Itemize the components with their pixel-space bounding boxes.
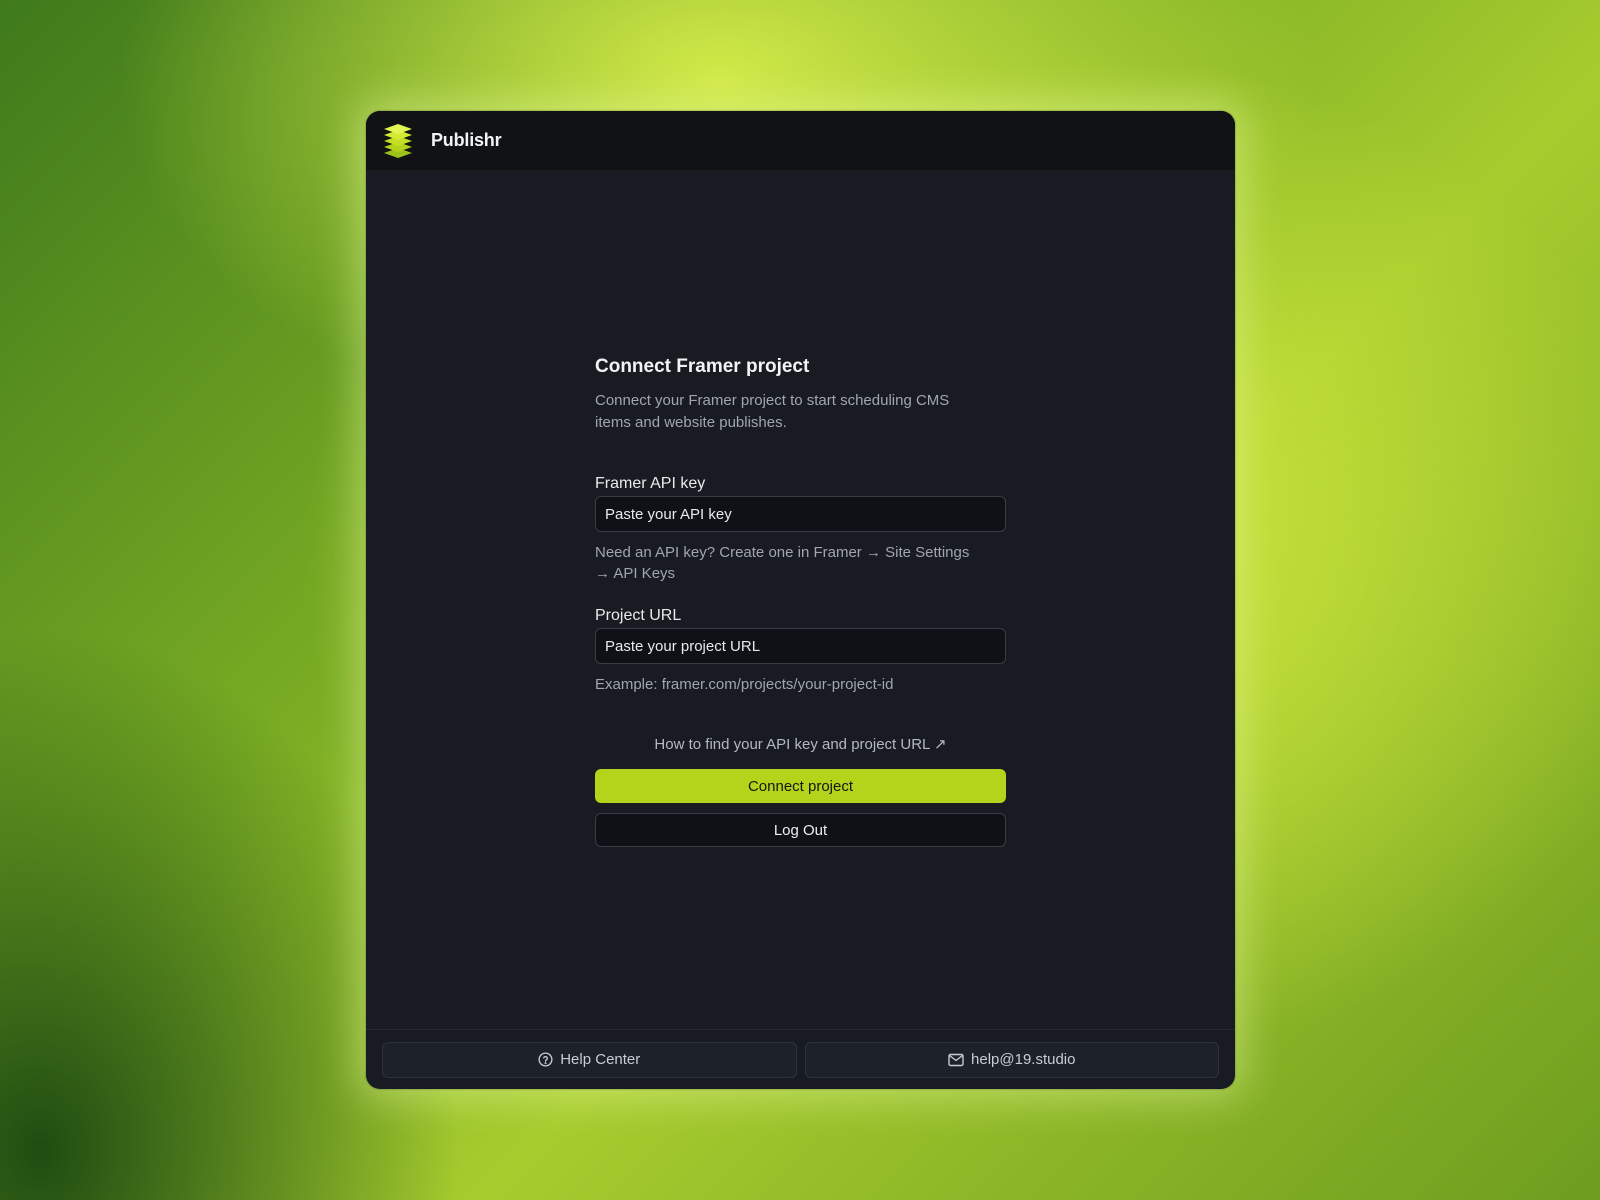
email-label: help@19.studio — [971, 1051, 1076, 1068]
project-url-hint: Example: framer.com/projects/your-projec… — [595, 676, 894, 693]
log-out-button[interactable]: Log Out — [595, 813, 1006, 847]
help-center-button[interactable]: Help Center — [382, 1041, 797, 1078]
app-window: Publishr Connect Framer project Connect … — [366, 111, 1235, 1089]
form-description: Connect your Framer project to start sch… — [595, 392, 950, 431]
email-support-button[interactable]: help@19.studio — [804, 1041, 1219, 1078]
footer: Help Center help@19.studio — [366, 1029, 1235, 1089]
app-name: Publishr — [431, 130, 502, 150]
title-bar: Publishr — [366, 111, 1235, 170]
api-key-input[interactable] — [595, 496, 1006, 532]
help-link[interactable]: How to find your API key and project URL… — [595, 735, 1006, 755]
mail-icon — [948, 1053, 964, 1066]
form-title: Connect Framer project — [595, 356, 810, 377]
project-url-label: Project URL — [595, 607, 682, 624]
question-circle-icon — [538, 1052, 553, 1067]
connect-form: Connect Framer project Connect your Fram… — [595, 355, 1006, 847]
connect-project-button[interactable]: Connect project — [595, 769, 1006, 803]
main-content: Connect Framer project Connect your Fram… — [366, 170, 1235, 1029]
layers-stack-icon — [384, 123, 412, 158]
api-key-hint: Need an API key? Create one in Framer → … — [595, 544, 970, 582]
help-center-label: Help Center — [560, 1051, 641, 1068]
project-url-input[interactable] — [595, 628, 1006, 664]
api-key-label: Framer API key — [595, 475, 706, 492]
